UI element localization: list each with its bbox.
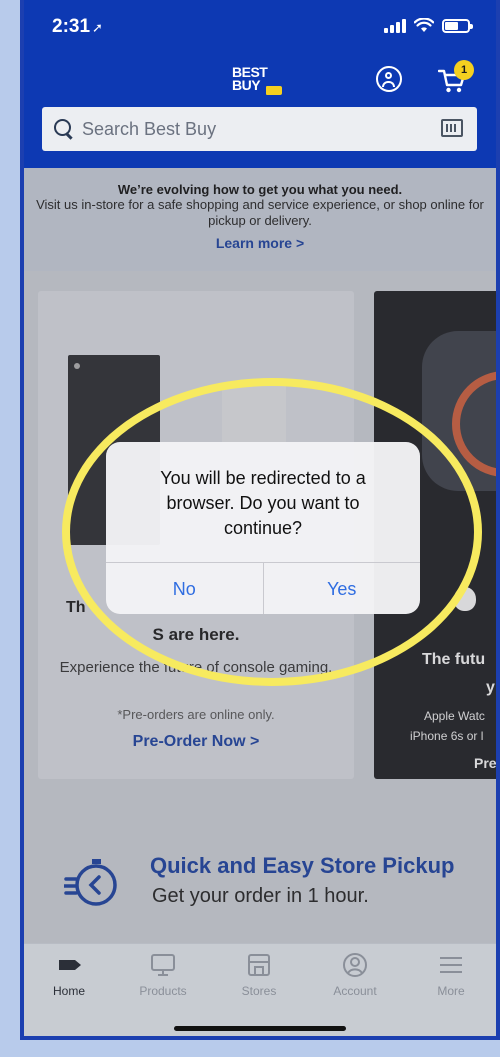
tab-label: More [437,984,465,998]
store-icon [245,952,273,978]
tab-stores[interactable]: Stores [214,952,304,998]
phone-frame: 2:31 ➚ BEST BUY 1 Search Best Buy We’re … [20,0,500,1040]
status-time-text: 2:31 [52,16,91,37]
tab-products[interactable]: Products [118,952,208,998]
barcode-scanner-icon[interactable] [441,119,463,137]
tab-label: Stores [241,984,277,998]
bottom-tab-bar: Home Products Stores Account More [24,943,496,1036]
wifi-icon [414,18,434,32]
status-icons [384,18,473,33]
tab-label: Account [333,984,377,998]
search-bar[interactable]: Search Best Buy [42,107,477,151]
battery-icon [442,18,473,33]
tab-home[interactable]: Home [24,952,114,998]
logo-text: BEST BUY [232,64,268,93]
best-buy-logo[interactable]: BEST BUY [232,64,284,96]
monitor-icon [149,952,177,978]
logo-tag-icon [266,86,282,95]
search-icon [54,119,74,139]
account-icon [341,952,369,978]
search-placeholder: Search Best Buy [82,118,217,139]
tag-icon [55,952,83,978]
tab-label: Products [139,984,187,998]
menu-icon [437,952,465,978]
cellular-signal-icon [384,18,406,33]
app-screen: 2:31 ➚ BEST BUY 1 Search Best Buy We’re … [24,0,496,1036]
tab-account[interactable]: Account [310,952,400,998]
location-arrow-icon: ➚ [92,20,103,35]
status-time: 2:31 ➚ [52,16,103,38]
cart-count-badge: 1 [454,60,474,80]
highlight-circle-annotation [62,378,482,686]
tab-label: Home [52,984,85,998]
cart-button[interactable]: 1 [438,60,474,94]
tab-more[interactable]: More [406,952,496,998]
home-indicator[interactable] [174,1026,346,1031]
account-icon[interactable] [376,66,402,92]
app-header: 2:31 ➚ BEST BUY 1 Search Best Buy [24,0,496,168]
